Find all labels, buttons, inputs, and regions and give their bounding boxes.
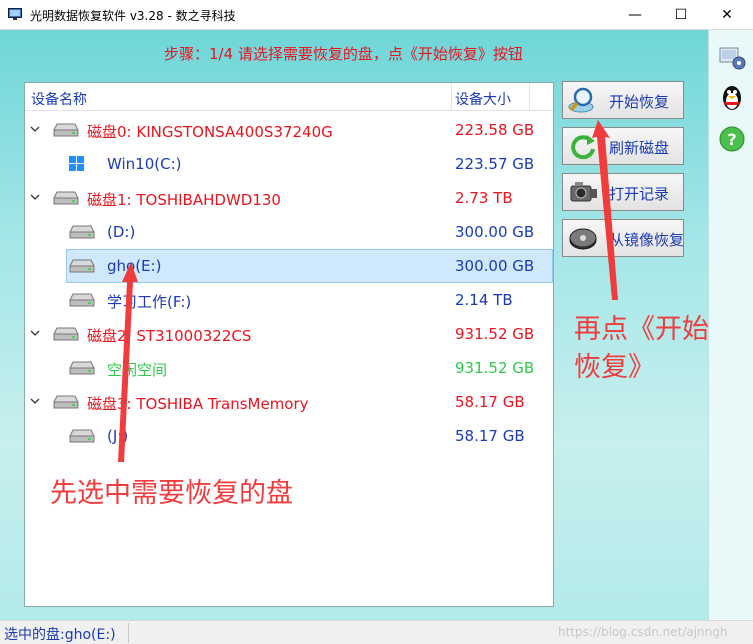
maximize-button[interactable]: ☐ xyxy=(658,0,704,30)
selected-disk-status: 选中的盘:gho(E:) xyxy=(4,627,116,643)
hard-drive-icon xyxy=(69,429,95,443)
minimize-button[interactable]: — xyxy=(612,0,658,30)
windows-logo-icon xyxy=(69,156,84,171)
header-device-name[interactable]: 设备名称 xyxy=(31,89,87,109)
row-name: (D:) xyxy=(107,223,136,241)
recover-from-image-button[interactable]: 从镜像恢复 xyxy=(562,219,684,257)
row-size: 931.52 GB xyxy=(455,359,535,377)
row-name: Win10(C:) xyxy=(107,155,182,173)
tree-row-free-space[interactable]: 空闲空间 931.52 GB xyxy=(25,351,553,385)
network-settings-icon[interactable] xyxy=(717,42,747,72)
app-monitor-icon xyxy=(8,8,22,20)
recover-from-image-label: 从镜像恢复 xyxy=(609,231,685,249)
header-divider xyxy=(451,83,452,111)
row-name: 磁盘0: KINGSTONSA400S37240G xyxy=(87,123,333,141)
title-bar: 光明数据恢复软件 v3.28 - 数之寻科技 — ☐ ✕ xyxy=(0,0,753,30)
chevron-down-icon[interactable] xyxy=(29,191,41,203)
chevron-down-icon[interactable] xyxy=(29,327,41,339)
hard-drive-icon xyxy=(53,123,79,137)
tree-header: 设备名称 设备大小 xyxy=(25,83,553,111)
chevron-down-icon[interactable] xyxy=(29,395,41,407)
row-size: 58.17 GB xyxy=(455,427,525,445)
row-size: 223.57 GB xyxy=(455,155,535,173)
start-recovery-label: 开始恢复 xyxy=(609,93,670,111)
refresh-disks-button[interactable]: 刷新磁盘 xyxy=(562,127,684,165)
hard-drive-icon xyxy=(53,395,79,409)
chevron-down-icon[interactable] xyxy=(29,123,41,135)
tree-row-partition-d[interactable]: (D:) 300.00 GB xyxy=(25,215,553,249)
row-size: 300.00 GB xyxy=(455,223,535,241)
header-device-size[interactable]: 设备大小 xyxy=(455,89,511,109)
row-size: 931.52 GB xyxy=(455,325,535,343)
row-size: 2.14 TB xyxy=(455,291,513,309)
status-divider xyxy=(128,623,129,643)
hard-drive-icon xyxy=(53,327,79,341)
disk-image-icon xyxy=(569,228,597,250)
hard-drive-icon xyxy=(69,225,95,239)
hard-drive-icon xyxy=(69,293,95,307)
row-size: 2.73 TB xyxy=(455,189,513,207)
window-title: 光明数据恢复软件 v3.28 - 数之寻科技 xyxy=(30,9,236,23)
annotation-select-disk: 先选中需要恢复的盘 xyxy=(50,478,293,509)
open-records-label: 打开记录 xyxy=(609,185,670,203)
watermark: https://blog.csdn.net/ajnngh xyxy=(558,625,728,639)
row-size: 300.00 GB xyxy=(455,257,535,275)
refresh-icon xyxy=(571,135,595,160)
tree-row-partition-e-selected[interactable]: gho(E:) 300.00 GB xyxy=(25,249,553,283)
close-button[interactable]: ✕ xyxy=(704,0,750,30)
status-bar: 选中的盘:gho(E:) https://blog.csdn.net/ajnng… xyxy=(0,620,753,644)
hard-drive-icon xyxy=(69,259,95,273)
start-recovery-button[interactable]: 开始恢复 xyxy=(562,81,684,119)
svg-text:?: ? xyxy=(727,130,736,149)
tree-row-disk3[interactable]: 磁盘3: TOSHIBA TransMemory 58.17 GB xyxy=(25,385,553,419)
row-name: 磁盘3: TOSHIBA TransMemory xyxy=(87,395,309,413)
right-icon-strip: ? xyxy=(708,30,753,620)
annotation-click-start-line1: 再点《开始 xyxy=(574,314,709,345)
tree-row-disk1[interactable]: 磁盘1: TOSHIBAHDWD130 2.73 TB xyxy=(25,181,553,215)
qq-penguin-icon[interactable] xyxy=(717,82,747,112)
help-icon[interactable]: ? xyxy=(717,124,747,154)
tree-row-partition-f[interactable]: 学习工作(F:) 2.14 TB xyxy=(25,283,553,317)
tree-row-partition-c[interactable]: Win10(C:) 223.57 GB xyxy=(25,147,553,181)
refresh-disks-label: 刷新磁盘 xyxy=(609,139,670,157)
row-name: gho(E:) xyxy=(107,257,162,275)
row-size: 58.17 GB xyxy=(455,393,525,411)
annotation-click-start-line2: 恢复》 xyxy=(574,352,655,383)
device-tree[interactable]: 设备名称 设备大小 磁盘0: KINGSTONSA400S37240G 223.… xyxy=(24,82,554,607)
row-name: 磁盘2: ST31000322CS xyxy=(87,327,252,345)
row-name: 磁盘1: TOSHIBAHDWD130 xyxy=(87,191,281,209)
hard-drive-icon xyxy=(69,361,95,375)
tree-row-disk0[interactable]: 磁盘0: KINGSTONSA400S37240G 223.58 GB xyxy=(25,113,553,147)
header-divider xyxy=(529,83,530,111)
row-name: 学习工作(F:) xyxy=(107,293,192,311)
magnifier-disk-icon xyxy=(568,87,594,113)
tree-row-partition-j[interactable]: (J:) 58.17 GB xyxy=(25,419,553,453)
step-instruction: 步骤：1/4 请选择需要恢复的盘，点《开始恢复》按钮 xyxy=(164,45,523,63)
tree-row-disk2[interactable]: 磁盘2: ST31000322CS 931.52 GB xyxy=(25,317,553,351)
hard-drive-icon xyxy=(53,191,79,205)
main-panel: 步骤：1/4 请选择需要恢复的盘，点《开始恢复》按钮 设备名称 设备大小 磁盘0… xyxy=(0,30,709,620)
camera-icon xyxy=(570,182,597,202)
row-size: 223.58 GB xyxy=(455,121,535,139)
row-name: (J:) xyxy=(107,427,129,445)
open-records-button[interactable]: 打开记录 xyxy=(562,173,684,211)
row-name: 空闲空间 xyxy=(107,361,168,379)
